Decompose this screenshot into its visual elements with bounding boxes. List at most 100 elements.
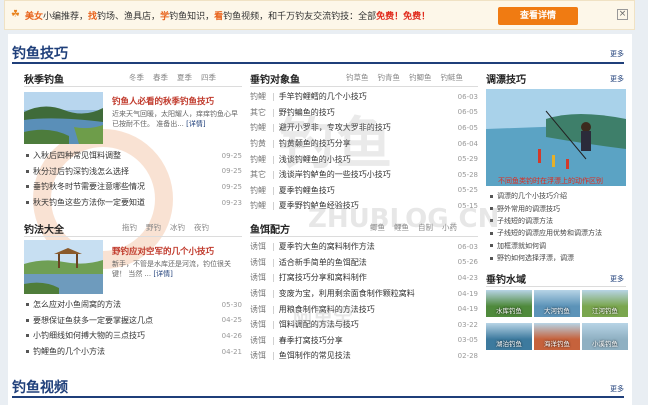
list-item-title[interactable]: 春季打窝技巧分享 <box>279 335 458 346</box>
list-item-category[interactable]: 钓鲤 <box>250 200 272 211</box>
videos-more-link[interactable]: 更多 <box>610 384 624 394</box>
tips-more-link[interactable]: 更多 <box>610 74 624 84</box>
list-item[interactable]: 其它 | 野钓鳊鱼的技巧 06-05 <box>250 105 478 121</box>
water-area-tile[interactable]: 水库钓鱼 <box>486 290 532 317</box>
list-item[interactable]: 垂钓秋冬时节需要注意哪些情况 09-25 <box>26 179 242 195</box>
water-area-tile[interactable]: 江河钓鱼 <box>582 290 628 317</box>
list-item-category[interactable]: 诱饵 <box>250 272 272 283</box>
list-item[interactable]: 调漂的几个小技巧介绍 <box>490 190 626 202</box>
list-item[interactable]: 小钓细线如何搏大物的三点技巧 04-26 <box>26 328 242 344</box>
list-item-category[interactable]: 钓鲤 <box>250 154 272 165</box>
tab-spring[interactable]: 春季 <box>153 72 168 83</box>
tab-black-carp[interactable]: 钓青鱼 <box>378 72 401 83</box>
list-item-title[interactable]: 垂钓秋冬时节需要注意哪些情况 <box>33 181 218 192</box>
list-item[interactable]: 秋天钓鱼这些方法你一定要知道 09-23 <box>26 195 242 211</box>
list-item-title[interactable]: 野外常用的调漂技巧 <box>497 204 560 214</box>
tab-grass-carp[interactable]: 钓草鱼 <box>346 72 369 83</box>
list-item[interactable]: 要想保证鱼获多一定要掌握这几点 04-25 <box>26 313 242 329</box>
tab-homemade[interactable]: 自制 <box>418 222 433 233</box>
list-item[interactable]: 钓鲤 | 夏季钓鲤鱼技巧 05-25 <box>250 183 478 199</box>
list-item[interactable]: 钓鲤 | 浅谈钓鲤鱼的小技巧 05-29 <box>250 151 478 167</box>
list-item[interactable]: 钓黄 | 钓黄颡鱼的技巧分享 06-04 <box>250 136 478 152</box>
tab-four-seasons[interactable]: 四季 <box>201 72 216 83</box>
list-item[interactable]: 诱饵 | 饵料调配的方法与技巧 03-22 <box>250 317 478 333</box>
list-item-title[interactable]: 夏季野钓鲈鱼经验技巧 <box>279 200 458 211</box>
list-item-title[interactable]: 子线短的调漂应用优势和调漂方法 <box>497 228 602 238</box>
tab-crucian[interactable]: 钓鲫鱼 <box>409 72 432 83</box>
list-item-title[interactable]: 秋天钓鱼这些方法你一定要知道 <box>33 197 218 208</box>
list-item-title[interactable]: 浅谈钓鲤鱼的小技巧 <box>279 154 458 165</box>
list-item-category[interactable]: 其它 <box>250 107 272 118</box>
list-item[interactable]: 入秋后四种常见饵料调整 09-25 <box>26 148 242 164</box>
list-item-category[interactable]: 诱饵 <box>250 304 272 315</box>
tab-crucian-bait[interactable]: 鲫鱼 <box>370 222 385 233</box>
list-item-category[interactable]: 钓鲤 <box>250 185 272 196</box>
tab-ice[interactable]: 冰钓 <box>170 222 185 233</box>
list-item-category[interactable]: 诱饵 <box>250 319 272 330</box>
water-area-tile[interactable]: 大河钓鱼 <box>534 290 580 317</box>
methods-thumbnail[interactable] <box>24 240 103 294</box>
list-item-title[interactable]: 适合新手简单的鱼饵配法 <box>279 257 458 268</box>
list-item[interactable]: 诱饵 | 适合新手简单的鱼饵配法 05-26 <box>250 255 478 271</box>
section-more-link[interactable]: 更多 <box>610 49 624 59</box>
list-item[interactable]: 其它 | 浅谈岸钓鲈鱼的一些技巧小技巧 05-28 <box>250 167 478 183</box>
water-area-tile[interactable]: 海洋钓鱼 <box>534 323 580 350</box>
list-item-title[interactable]: 子线短的调漂方法 <box>497 216 553 226</box>
list-item[interactable]: 诱饵 | 春季打窝技巧分享 03-05 <box>250 333 478 349</box>
list-item-title[interactable]: 夏季钓鲤鱼技巧 <box>279 185 458 196</box>
list-item[interactable]: 野钓如何选择浮漂，调漂 <box>490 252 626 264</box>
list-item[interactable]: 诱饵 | 用粮食制作窝料的方法技巧 04-19 <box>250 301 478 317</box>
list-item-title[interactable]: 怎么应对小鱼闹窝的方法 <box>33 299 218 310</box>
list-item-title[interactable]: 变废为宝，利用剩余面食制作颗粒窝料 <box>279 288 458 299</box>
list-item[interactable]: 秋分过后钓深钓浅怎么选择 09-25 <box>26 164 242 180</box>
list-item[interactable]: 野外常用的调漂技巧 <box>490 202 626 214</box>
list-item-category[interactable]: 诱饵 <box>250 335 272 346</box>
tab-silver-carp[interactable]: 钓鲢鱼 <box>441 72 464 83</box>
list-item-title[interactable]: 钓鲤鱼的几个小方法 <box>33 346 218 357</box>
list-item-title[interactable]: 小钓细线如何搏大物的三点技巧 <box>33 330 218 341</box>
list-item-category[interactable]: 诱饵 <box>250 288 272 299</box>
list-item[interactable]: 钓鲤 | 避开小罗非，专攻大罗非的技巧 06-05 <box>250 120 478 136</box>
water-area-tile[interactable]: 小溪钓鱼 <box>582 323 628 350</box>
list-item-category[interactable]: 其它 <box>250 169 272 180</box>
list-item-title[interactable]: 野钓如何选择浮漂，调漂 <box>497 253 574 263</box>
list-item[interactable]: 钓鲤鱼的几个小方法 04-21 <box>26 344 242 360</box>
list-item-title[interactable]: 要想保证鱼获多一定要掌握这几点 <box>33 315 218 326</box>
list-item[interactable]: 怎么应对小鱼闹窝的方法 05-30 <box>26 297 242 313</box>
tab-trolling[interactable]: 拖钓 <box>122 222 137 233</box>
list-item[interactable]: 子线短的调漂应用优势和调漂方法 <box>490 227 626 239</box>
methods-feature-title[interactable]: 野钓应对空军的几个小技巧 <box>112 245 214 257</box>
waters-more-link[interactable]: 更多 <box>610 274 624 284</box>
list-item-title[interactable]: 鱼饵制作的常见技法 <box>279 350 458 361</box>
list-item-category[interactable]: 诱饵 <box>250 257 272 268</box>
list-item-title[interactable]: 钓黄颡鱼的技巧分享 <box>279 138 458 149</box>
list-item-title[interactable]: 野钓鳊鱼的技巧 <box>279 107 458 118</box>
methods-detail-link[interactable]: [详情] <box>153 270 172 278</box>
water-area-tile[interactable]: 湖泊钓鱼 <box>486 323 532 350</box>
list-item[interactable]: 诱饵 | 打窝技巧分享和窝料制作 04-23 <box>250 270 478 286</box>
tab-wild[interactable]: 野钓 <box>146 222 161 233</box>
list-item-title[interactable]: 用粮食制作窝料的方法技巧 <box>279 304 458 315</box>
tab-summer[interactable]: 夏季 <box>177 72 192 83</box>
autumn-detail-link[interactable]: [详情] <box>186 120 205 128</box>
tab-carp-bait[interactable]: 鲤鱼 <box>394 222 409 233</box>
list-item[interactable]: 诱饵 | 夏季钓大鱼的窝料制作方法 06-03 <box>250 239 478 255</box>
list-item-title[interactable]: 入秋后四种常见饵料调整 <box>33 150 218 161</box>
list-item-title[interactable]: 浅谈岸钓鲈鱼的一些技巧小技巧 <box>279 169 458 180</box>
list-item-title[interactable]: 饵料调配的方法与技巧 <box>279 319 458 330</box>
list-item[interactable]: 钓鲤 | 手竿钓鲤鳕的几个小技巧 06-03 <box>250 89 478 105</box>
tab-night[interactable]: 夜钓 <box>194 222 209 233</box>
tips-thumbnail[interactable] <box>486 89 626 186</box>
list-item-category[interactable]: 诱饵 <box>250 350 272 361</box>
autumn-thumbnail[interactable] <box>24 92 103 144</box>
list-item-title[interactable]: 加框漂就如何调 <box>497 241 546 251</box>
autumn-feature-title[interactable]: 钓鱼人必看的秋季钓鱼技巧 <box>112 95 214 107</box>
list-item-category[interactable]: 钓鲤 <box>250 91 272 102</box>
view-details-button[interactable]: 查看详情 <box>498 7 578 25</box>
list-item-category[interactable]: 钓鲤 <box>250 122 272 133</box>
tab-additive[interactable]: 小药 <box>442 222 457 233</box>
list-item[interactable]: 诱饵 | 鱼饵制作的常见技法 02-28 <box>250 348 478 364</box>
list-item-title[interactable]: 打窝技巧分享和窝料制作 <box>279 272 458 283</box>
list-item-title[interactable]: 秋分过后钓深钓浅怎么选择 <box>33 166 218 177</box>
list-item[interactable]: 钓鲤 | 夏季野钓鲈鱼经验技巧 05-15 <box>250 198 478 214</box>
